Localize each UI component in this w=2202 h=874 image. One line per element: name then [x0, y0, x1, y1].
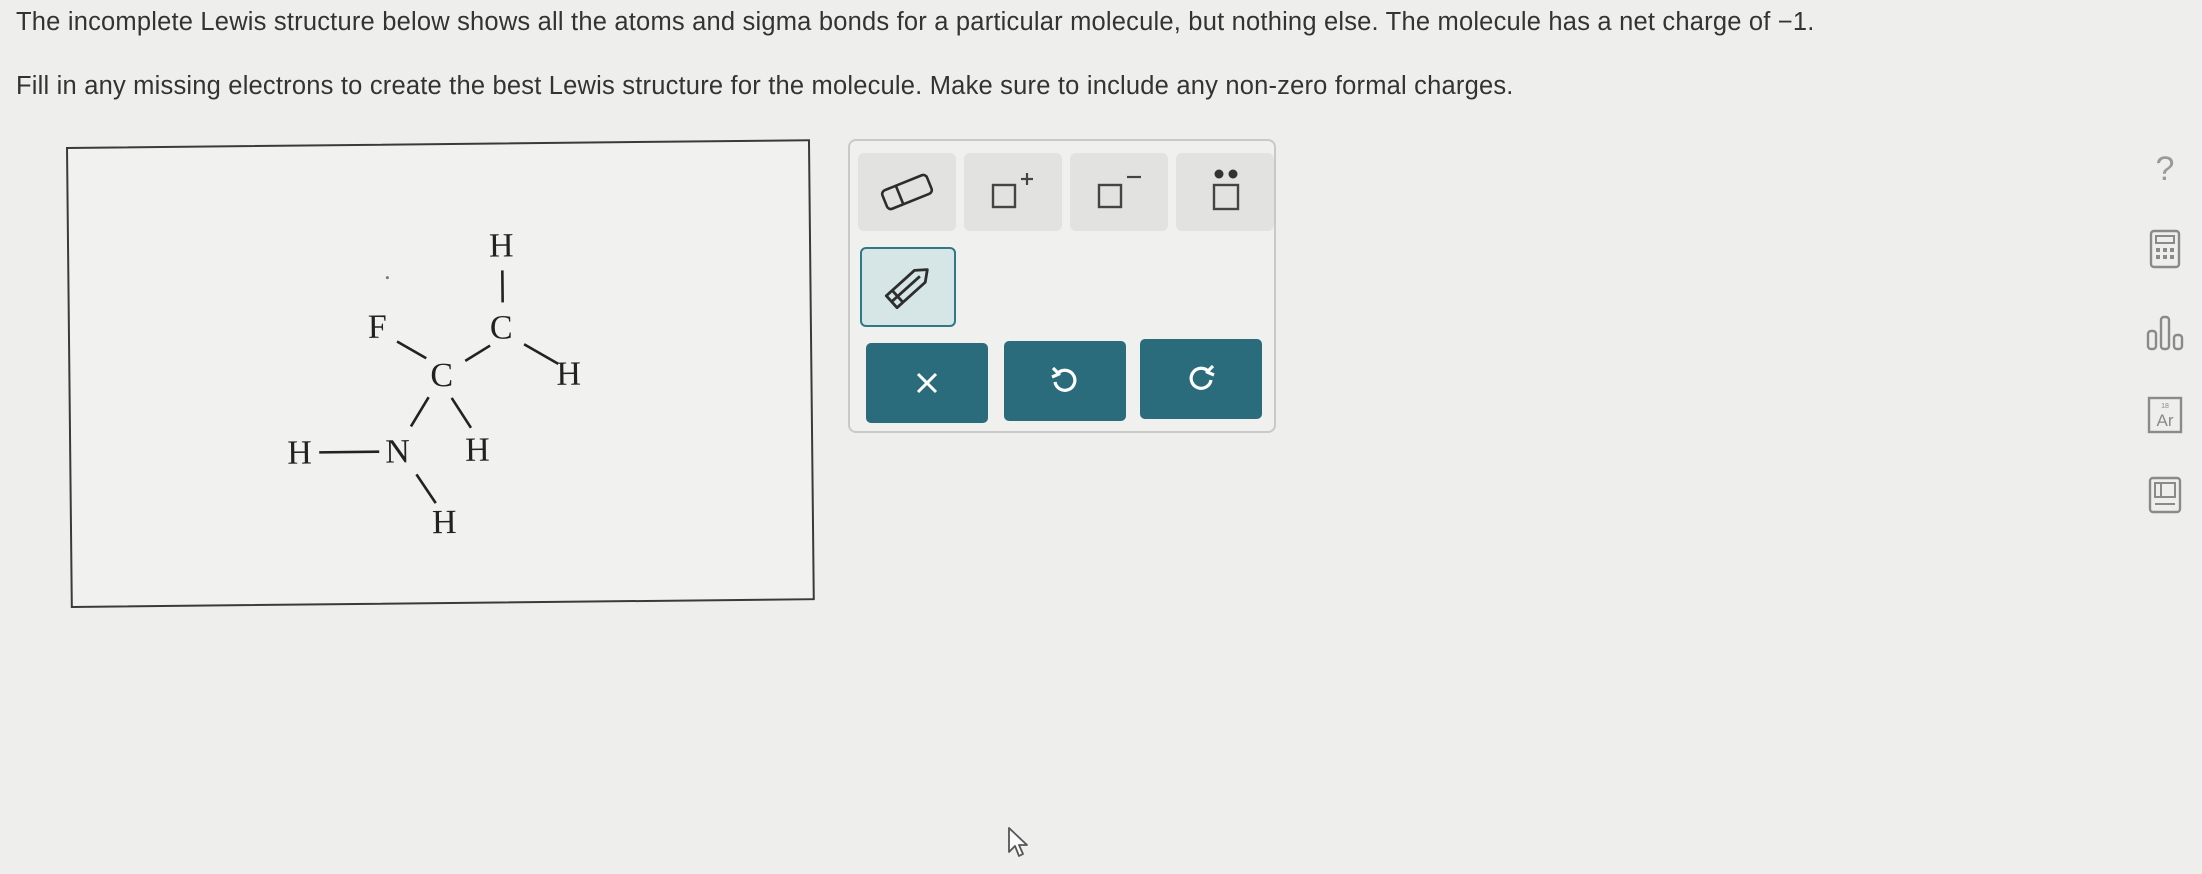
bond-f-c1[interactable]: [396, 340, 427, 360]
positive-charge-icon: [991, 173, 1033, 209]
atom-c2[interactable]: C: [490, 309, 513, 346]
redo-button[interactable]: [1140, 339, 1262, 419]
lone-pair-tool[interactable]: [1176, 153, 1274, 231]
redo-icon: [1189, 364, 1215, 390]
bond-n-h-bottom[interactable]: [415, 473, 437, 504]
periodic-icon-symbol: Ar: [2157, 411, 2174, 430]
undo-button[interactable]: [1004, 341, 1126, 421]
drawing-palette: [848, 139, 1276, 433]
bond-c2-h-right[interactable]: [523, 343, 559, 365]
atom-h-right[interactable]: H: [556, 356, 581, 393]
pencil-icon: [884, 268, 929, 310]
canvas-speck: [385, 276, 389, 280]
bond-c1-h[interactable]: [450, 397, 473, 429]
help-icon[interactable]: ?: [2140, 144, 2190, 194]
reference-icon[interactable]: [2140, 470, 2190, 520]
data-chart-icon[interactable]: [2140, 308, 2190, 358]
lone-pair-icon: [1212, 169, 1240, 211]
bond-n-h-left[interactable]: [319, 450, 380, 454]
atom-h-n-bottom[interactable]: H: [432, 504, 457, 541]
atom-n[interactable]: N: [385, 433, 410, 470]
pencil-tool[interactable]: [860, 247, 956, 327]
eraser-tool[interactable]: [858, 153, 956, 231]
negative-charge-tool[interactable]: [1070, 153, 1168, 231]
atom-h-c1[interactable]: H: [465, 432, 490, 469]
negative-charge-icon: [1097, 175, 1141, 209]
clear-button[interactable]: [866, 343, 988, 423]
atom-c1[interactable]: C: [430, 357, 453, 394]
question-line-1: The incomplete Lewis structure below sho…: [16, 8, 1815, 36]
periodic-table-icon[interactable]: 18 Ar: [2140, 390, 2190, 440]
atom-h-n-left[interactable]: H: [287, 434, 312, 471]
lewis-structure-canvas[interactable]: H F C C H H N H H: [66, 139, 815, 608]
eraser-icon: [880, 173, 934, 211]
question-line-2: Fill in any missing electrons to create …: [16, 72, 1514, 100]
mouse-cursor-icon: [1006, 826, 1032, 865]
bond-c1-c2[interactable]: [464, 344, 491, 362]
undo-icon: [1051, 366, 1077, 392]
calculator-icon[interactable]: [2140, 224, 2190, 274]
periodic-icon-number: 18: [2161, 403, 2169, 410]
bond-c1-n[interactable]: [409, 396, 430, 428]
atom-h-top[interactable]: H: [489, 227, 514, 264]
positive-charge-tool[interactable]: [964, 153, 1062, 231]
atom-f[interactable]: F: [368, 309, 387, 346]
close-icon: [916, 372, 938, 394]
